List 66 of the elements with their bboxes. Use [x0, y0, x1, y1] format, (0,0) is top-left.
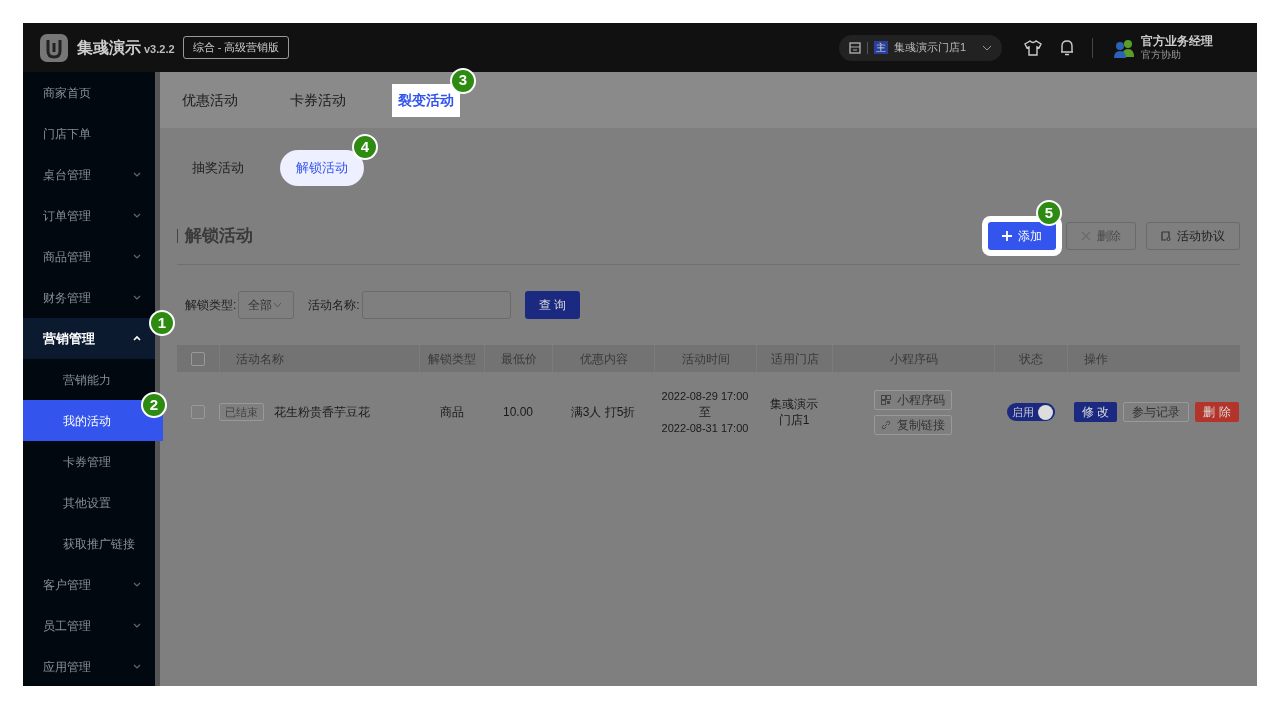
filter-label: 解锁类型:: [185, 297, 237, 314]
table-cell-text: 商品: [438, 404, 465, 421]
doc-button[interactable]: 活动协议: [1146, 222, 1240, 250]
chevron-down-icon: [133, 171, 141, 178]
edit-button[interactable]: 修 改: [1074, 402, 1118, 422]
sidebar-item[interactable]: 员工管理: [23, 605, 155, 646]
activity-name: 花生粉贵香芋豆花: [274, 404, 370, 421]
qr-code-icon: [881, 394, 891, 405]
sidebar-item[interactable]: 订单管理: [23, 195, 155, 236]
section-title: 解锁活动: [185, 225, 253, 248]
query-button[interactable]: 查 询: [524, 291, 580, 319]
user-role: 官方协助: [1141, 48, 1182, 62]
sidebar-item[interactable]: 营销管理: [23, 318, 155, 359]
chevron-down-icon: [133, 294, 141, 301]
chevron-down-icon: [133, 581, 141, 588]
step-badge: 2: [141, 392, 167, 418]
sidebar-item[interactable]: 商品管理: [23, 236, 155, 277]
table-cell-text: 10.00: [502, 404, 534, 421]
chevron-down-icon: [133, 622, 141, 629]
sidebar-subitem[interactable]: 卡券管理: [23, 441, 155, 482]
tab[interactable]: 裂变活动: [392, 83, 460, 117]
end-time: 2022-08-31 17:00: [661, 421, 749, 436]
store-icon: [849, 41, 861, 54]
table-cell-text: 满3人 打5折: [569, 404, 637, 421]
time-separator: 至: [699, 404, 711, 420]
toggle-switch[interactable]: 启用: [1006, 403, 1055, 421]
step-badge: 1: [149, 310, 175, 336]
delete-button[interactable]: 删 除: [1195, 402, 1239, 422]
chevron-up-icon: [133, 335, 141, 342]
sub-tab[interactable]: 解锁活动: [280, 150, 364, 186]
sidebar-item[interactable]: 商家首页: [23, 72, 155, 113]
filter-label: 活动名称:: [308, 297, 360, 314]
chevron-down-icon: [133, 663, 141, 670]
sidebar-subitem[interactable]: 其他设置: [23, 482, 155, 523]
store-name: 集彧演示门店1: [894, 40, 968, 56]
chevron-down-icon: [982, 44, 992, 51]
store-selector[interactable]: 主 集彧演示门店1: [839, 34, 1002, 61]
chevron-down-icon: [133, 212, 141, 219]
start-time: 2022-08-29 17:00: [661, 389, 749, 404]
table-cell-text: 集彧演示门店1: [769, 396, 819, 428]
user-name: 官方业务经理: [1141, 33, 1214, 49]
users-icon: [1113, 37, 1135, 58]
sidebar-item[interactable]: 桌台管理: [23, 154, 155, 195]
plus-icon: [1002, 231, 1012, 241]
sidebar-subitem[interactable]: 获取推广链接: [23, 523, 155, 564]
chevron-down-icon: [133, 253, 141, 260]
chevron-down-icon: [273, 302, 283, 308]
sidebar-item[interactable]: 门店下单: [23, 113, 155, 154]
sub-tab[interactable]: 抽奖活动: [176, 150, 260, 186]
sidebar-item[interactable]: 客户管理: [23, 564, 155, 605]
step-badge: 5: [1036, 200, 1062, 226]
checkbox[interactable]: [191, 405, 205, 419]
shirt-icon: [1024, 39, 1042, 56]
document-icon: [1161, 231, 1171, 241]
link-icon: [881, 419, 891, 430]
version-label: v3.2.2: [144, 41, 175, 57]
checkbox[interactable]: [191, 351, 205, 366]
app-name: 集彧演示: [77, 37, 141, 58]
sidebar-item[interactable]: 应用管理: [23, 646, 155, 686]
tab[interactable]: 卡券活动: [284, 83, 352, 117]
tab[interactable]: 优惠活动: [176, 83, 244, 117]
bell-icon: [1060, 39, 1074, 56]
logo-icon: [39, 32, 69, 63]
step-badge: 4: [352, 134, 378, 161]
store-badge: 主: [874, 41, 888, 54]
edition-badge: 综合 - 高级营销版: [182, 36, 290, 59]
